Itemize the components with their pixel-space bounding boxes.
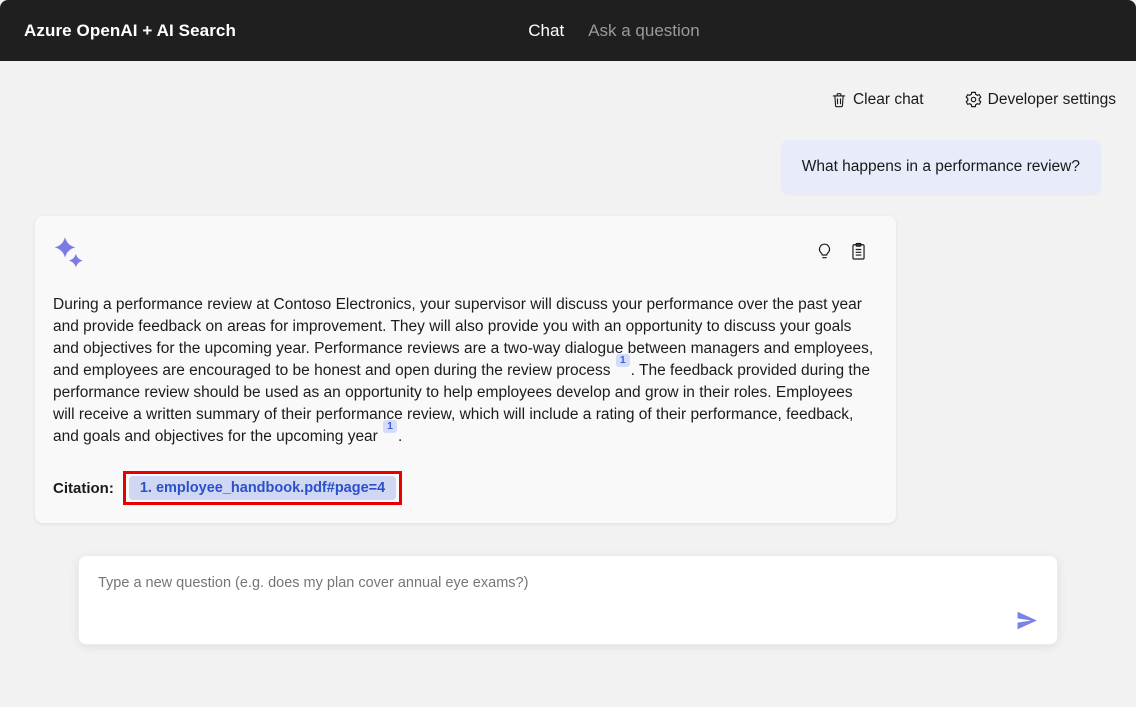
send-icon — [1014, 621, 1039, 636]
clear-chat-label: Clear chat — [853, 91, 924, 109]
chat-container: What happens in a performance review? — [35, 109, 1101, 650]
tab-chat[interactable]: Chat — [528, 21, 564, 41]
thought-process-button[interactable] — [815, 242, 834, 261]
user-message-row: What happens in a performance review? — [35, 140, 1101, 194]
sparkle-icon — [53, 236, 85, 273]
answer-text-part3: . — [398, 428, 402, 445]
citation-label: Citation: — [53, 480, 114, 497]
tab-ask-a-question[interactable]: Ask a question — [588, 21, 700, 41]
app-header: Azure OpenAI + AI Search Chat Ask a ques… — [0, 0, 1136, 61]
answer-text: During a performance review at Contoso E… — [53, 294, 878, 448]
send-question-button[interactable] — [1010, 604, 1043, 637]
gear-icon — [964, 90, 983, 109]
citation-marker-1[interactable]: 1 — [616, 354, 630, 367]
user-message-bubble: What happens in a performance review? — [781, 140, 1101, 194]
clear-chat-button[interactable]: Clear chat — [830, 91, 924, 109]
command-bar: Clear chat Developer settings — [0, 61, 1136, 109]
question-input-area — [78, 555, 1058, 650]
developer-settings-label: Developer settings — [988, 91, 1116, 109]
developer-settings-button[interactable]: Developer settings — [964, 90, 1116, 109]
citation-link-button[interactable]: 1. employee_handbook.pdf#page=4 — [129, 476, 396, 500]
question-input[interactable] — [78, 555, 1058, 645]
citation-row: Citation: 1. employee_handbook.pdf#page=… — [53, 471, 878, 505]
supporting-content-button[interactable] — [849, 242, 868, 261]
app-title: Azure OpenAI + AI Search — [24, 21, 236, 41]
citation-marker-2[interactable]: 1 — [383, 420, 397, 433]
header-nav: Chat Ask a question — [528, 21, 699, 41]
answer-header — [53, 236, 878, 273]
answer-actions — [815, 242, 868, 261]
clipboard-icon — [849, 249, 868, 264]
citation-highlight-box: 1. employee_handbook.pdf#page=4 — [123, 471, 402, 505]
answer-card: During a performance review at Contoso E… — [35, 216, 896, 523]
lightbulb-icon — [815, 249, 834, 264]
trash-icon — [830, 91, 848, 109]
